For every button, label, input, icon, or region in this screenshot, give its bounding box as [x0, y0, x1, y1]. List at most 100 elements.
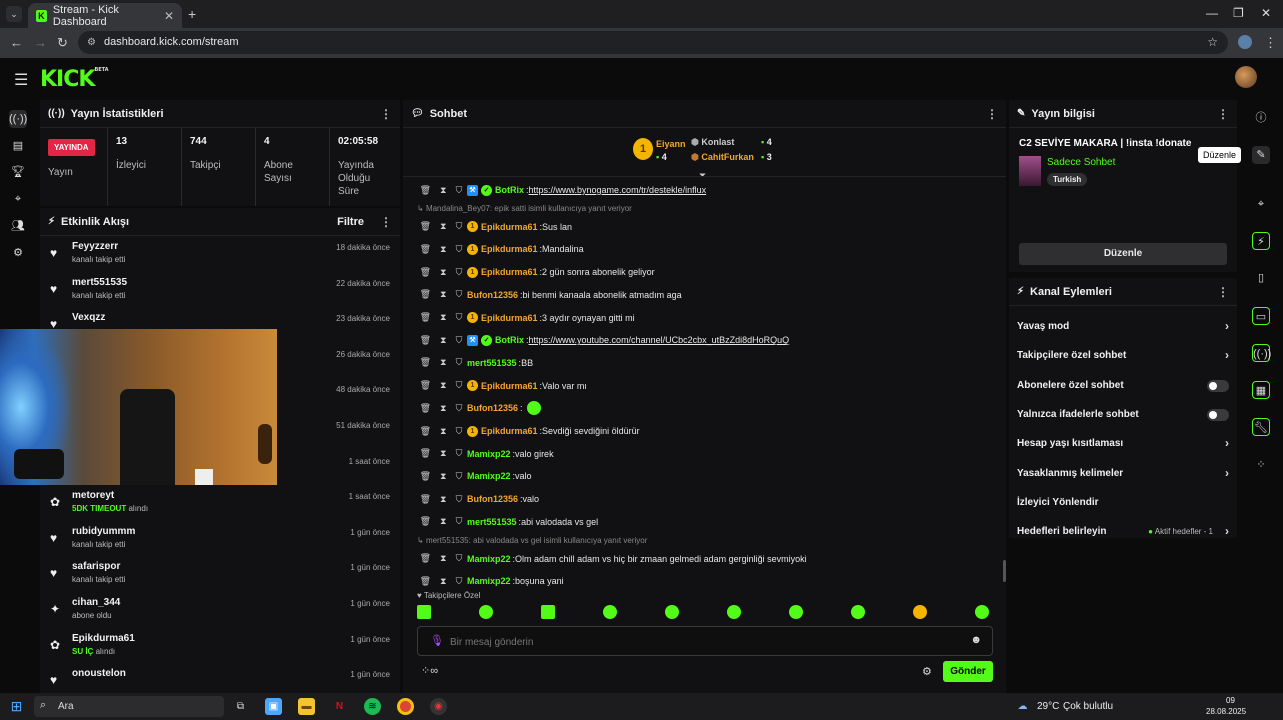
chat-message[interactable]: 🗑︎ ⧗ ⛉ ⚒ ✓ BotRix: https://www.bynogame.com/t… — [403, 180, 706, 200]
capture-icon[interactable]: ⌖ — [1252, 195, 1270, 213]
activity-item[interactable]: ♥ safarispor kanalı takip etti 1 gün önce — [40, 557, 400, 593]
chat-input-box[interactable]: 🎙︎ ☻ — [417, 626, 993, 656]
edit-stream-button[interactable]: Düzenle — [1019, 243, 1227, 265]
delete-icon[interactable]: 🗑︎ — [420, 185, 431, 196]
maximize-icon[interactable]: ❐ — [1233, 6, 1244, 20]
chat-username[interactable]: mert551535 — [467, 358, 517, 368]
tab-list-button[interactable]: ⌄ — [6, 6, 22, 22]
chat-message[interactable]: 🗑︎ ⧗ ⛉ Bufon12356: valo — [403, 489, 539, 509]
emote-icon[interactable] — [913, 605, 927, 619]
emote-icon[interactable] — [603, 605, 617, 619]
timeout-icon[interactable]: ⧗ — [440, 267, 446, 278]
timeout-icon[interactable]: ⧗ — [440, 312, 446, 323]
emote-icon[interactable] — [541, 605, 555, 619]
chat-link[interactable]: https://www.youtube.com/channel/UCbc2cbx… — [529, 335, 790, 345]
emote-icon[interactable] — [975, 605, 989, 619]
address-bar[interactable]: ⚙ dashboard.kick.com/stream ☆ — [78, 31, 1228, 54]
stream-info-menu-icon[interactable]: ⋮ — [1217, 107, 1229, 121]
ban-icon[interactable]: ⛉ — [456, 576, 463, 587]
chat-message[interactable]: 🗑︎ ⧗ ⛉ Mamixp22: valo — [403, 466, 532, 486]
chat-input[interactable] — [450, 633, 950, 651]
chat-message[interactable]: 🗑︎ ⧗ ⛉ mert551535: BB — [403, 353, 534, 373]
leader-name[interactable]: ⬢ Konlast — [691, 137, 734, 148]
delete-icon[interactable]: 🗑︎ — [420, 267, 431, 278]
delete-icon[interactable]: 🗑︎ — [420, 494, 431, 505]
chat-message[interactable]: 🗑︎ ⧗ ⛉ Mamixp22: valo girek — [403, 444, 554, 464]
info-icon[interactable]: ⓘ — [1252, 109, 1270, 127]
mic-icon[interactable]: 🎙︎ — [430, 634, 444, 647]
leader-name[interactable]: Eiyann — [656, 139, 686, 149]
delete-icon[interactable]: 🗑︎ — [420, 516, 431, 527]
back-icon[interactable]: ← — [10, 35, 23, 50]
edit-rail-icon[interactable]: ✎ — [1252, 146, 1270, 164]
filter-button[interactable]: Filtre — [337, 216, 364, 228]
browser-menu-icon[interactable]: ⋮ — [1264, 35, 1277, 51]
delete-icon[interactable]: 🗑︎ — [420, 335, 431, 346]
timeout-icon[interactable]: ⧗ — [440, 380, 446, 391]
chat-username[interactable]: Mamixp22 — [467, 576, 511, 586]
ban-icon[interactable]: ⛉ — [456, 494, 463, 505]
delete-icon[interactable]: 🗑︎ — [420, 221, 431, 232]
chat-message[interactable]: 🗑︎ ⧗ ⛉ Bufon12356: — [403, 398, 541, 418]
timeout-icon[interactable]: ⧗ — [440, 244, 446, 255]
chat-username[interactable]: Epikdurma61 — [481, 244, 538, 254]
timeout-icon[interactable]: ⧗ — [440, 494, 446, 505]
activity-menu-icon[interactable]: ⋮ — [380, 215, 392, 229]
timeout-icon[interactable]: ⧗ — [440, 289, 446, 300]
chat-message[interactable]: 🗑︎ ⧗ ⛉ Mamixp22: boşuna yani — [403, 571, 564, 591]
toggle-switch[interactable] — [1207, 408, 1229, 421]
bookmark-star-icon[interactable]: ☆ — [1207, 31, 1218, 54]
chat-username[interactable]: Mamixp22 — [467, 471, 511, 481]
settings-nav-icon[interactable]: ⚙ — [9, 244, 27, 262]
chat-message[interactable]: 🗑︎ ⧗ ⛉ 1 Epikdurma61: 2 gün sonra abonelik g… — [403, 262, 655, 282]
forward-icon[interactable]: → — [34, 35, 47, 50]
chat-username[interactable]: Bufon12356 — [467, 494, 518, 504]
timeout-icon[interactable]: ⧗ — [440, 185, 446, 196]
chat-message[interactable]: 🗑︎ ⧗ ⛉ 1 Epikdurma61: Mandalina — [403, 239, 584, 259]
emote-icon[interactable] — [851, 605, 865, 619]
timeout-icon[interactable]: ⧗ — [440, 516, 446, 527]
delete-icon[interactable]: 🗑︎ — [420, 576, 431, 587]
ban-icon[interactable]: ⛉ — [456, 335, 463, 346]
users-nav-icon[interactable]: 👥︎ — [9, 217, 27, 235]
obs-icon[interactable]: ◉ — [430, 698, 447, 715]
profile-icon[interactable] — [1238, 35, 1252, 49]
clipboard-icon[interactable]: ▯ — [1252, 269, 1270, 287]
activity-item[interactable]: ✿ Epikdurma61 SU İÇ alındı 1 gün önce — [40, 629, 400, 665]
channel-action-item[interactable]: Abonelere özel sohbet — [1009, 371, 1237, 400]
ban-icon[interactable]: ⛉ — [456, 244, 463, 255]
quick-actions-icon[interactable]: ⚡︎ — [1252, 232, 1270, 250]
chat-message[interactable]: 🗑︎ ⧗ ⛉ mert551535: abi valodada vs gel — [403, 512, 599, 532]
close-window-icon[interactable]: ✕ — [1261, 6, 1271, 20]
task-view-icon[interactable]: ⧉ — [232, 698, 249, 715]
channel-action-item[interactable]: Yavaş mod › — [1009, 312, 1237, 341]
chat-username[interactable]: Epikdurma61 — [481, 426, 538, 436]
reload-icon[interactable]: ↻ — [57, 35, 68, 51]
delete-icon[interactable]: 🗑︎ — [420, 244, 431, 255]
browser-tab[interactable]: K Stream - Kick Dashboard ✕ — [28, 3, 182, 28]
delete-icon[interactable]: 🗑︎ — [420, 448, 431, 459]
delete-icon[interactable]: 🗑︎ — [420, 312, 431, 323]
chat-message[interactable]: 🗑︎ ⧗ ⛉ Mamixp22: Olm adam chill adam vs hiç… — [403, 549, 807, 569]
ban-icon[interactable]: ⛉ — [456, 267, 463, 278]
layout-rail-icon[interactable]: ▦ — [1252, 381, 1270, 399]
chat-username[interactable]: Mamixp22 — [467, 554, 511, 564]
emoji-icon[interactable]: ☻ — [970, 634, 982, 646]
more-rail-icon[interactable]: ⁘ — [1252, 456, 1270, 474]
windows-start-icon[interactable]: ⊞ — [8, 698, 25, 715]
chat-message[interactable]: 🗑︎ ⧗ ⛉ 1 Epikdurma61: 3 aydır oynayan gitti … — [403, 308, 635, 328]
file-explorer-icon[interactable]: ▬ — [298, 698, 315, 715]
delete-icon[interactable]: 🗑︎ — [420, 426, 431, 437]
ban-icon[interactable]: ⛉ — [456, 380, 463, 391]
activity-item[interactable]: ♥ mert551535 kanalı takip etti 22 dakika ön… — [40, 273, 400, 309]
chat-points-icon[interactable]: ⁘∞ — [421, 664, 438, 677]
emote-icon[interactable] — [727, 605, 741, 619]
chat-menu-icon[interactable]: ⋮ — [986, 107, 998, 121]
emote-icon[interactable] — [789, 605, 803, 619]
chat-username[interactable]: Mamixp22 — [467, 449, 511, 459]
chat-message[interactable]: 🗑︎ ⧗ ⛉ ⚒ ✓ BotRix: https://www.youtube.com/ch… — [403, 330, 789, 350]
delete-icon[interactable]: 🗑︎ — [420, 403, 431, 414]
chat-username[interactable]: mert551535 — [467, 517, 517, 527]
toggle-switch[interactable] — [1207, 379, 1229, 392]
activity-item[interactable]: ♥ onoustelon 1 gün önce — [40, 664, 400, 693]
